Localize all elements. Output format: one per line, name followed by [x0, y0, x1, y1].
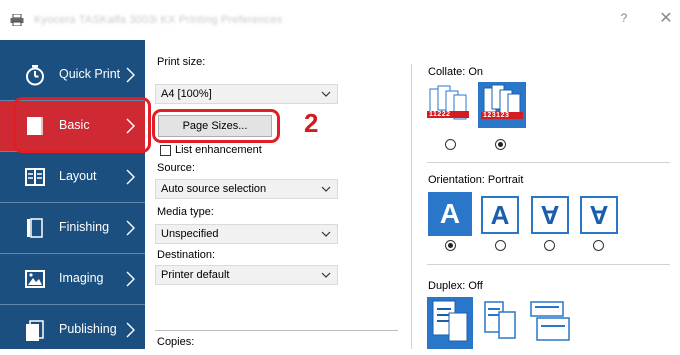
chevron-down-icon — [321, 91, 331, 97]
duplex-label: Duplex: Off — [428, 280, 483, 292]
sidebar-item-quick-print[interactable]: Quick Print — [0, 50, 145, 100]
landscape-rotated-glyph: A — [589, 200, 609, 230]
stopwatch-icon — [26, 65, 44, 86]
orientation-landscape-rotated-radio[interactable] — [593, 240, 604, 251]
sidebar-item-imaging[interactable]: Imaging — [0, 254, 145, 304]
orientation-landscape-radio[interactable] — [495, 240, 506, 251]
imaging-icon — [25, 270, 45, 288]
orientation-portrait-radio[interactable] — [445, 240, 456, 251]
sidebar-item-label: Layout — [59, 169, 97, 183]
portrait-glyph: A — [439, 198, 461, 229]
layout-icon — [25, 168, 45, 186]
duplex-long-edge-tile[interactable] — [483, 300, 519, 344]
chevron-right-icon — [126, 169, 135, 185]
basic-highlight-annotation — [13, 97, 151, 153]
sidebar-item-label: Publishing — [59, 322, 117, 336]
page-sizes-highlight-annotation — [152, 109, 280, 143]
printer-icon — [10, 14, 24, 26]
orientation-portrait-tile[interactable]: A — [428, 192, 472, 236]
list-enhancement-checkbox[interactable] — [160, 145, 171, 156]
duplex-short-edge-icon — [530, 301, 570, 341]
divider — [427, 162, 670, 163]
collate-on-icon — [481, 84, 523, 119]
source-select[interactable]: Auto source selection — [155, 179, 338, 199]
print-size-select[interactable]: A4 [100%] — [155, 84, 338, 104]
help-button[interactable]: ? — [615, 11, 633, 29]
copies-label: Copies: — [157, 336, 195, 348]
duplex-long-edge-icon — [484, 301, 516, 339]
chevron-down-icon — [321, 272, 331, 278]
media-type-select[interactable]: Unspecified — [155, 224, 338, 244]
finishing-icon — [27, 218, 43, 238]
list-enhancement-label: List enhancement — [175, 144, 262, 156]
sidebar-item-publishing[interactable]: Publishing — [0, 305, 145, 355]
sidebar-item-layout[interactable]: Layout — [0, 152, 145, 202]
destination-select[interactable]: Printer default — [155, 265, 338, 285]
orientation-landscape-rotated-tile[interactable]: A — [580, 196, 618, 234]
chevron-right-icon — [126, 271, 135, 287]
sidebar: Quick Print Basic Layout Finishing Imagi… — [0, 40, 145, 349]
chevron-right-icon — [126, 67, 135, 83]
orientation-portrait-rotated-tile[interactable]: A — [531, 196, 569, 234]
sidebar-item-label: Finishing — [59, 220, 110, 234]
orientation-portrait-rotated-radio[interactable] — [544, 240, 555, 251]
step-number-annotation: 2 — [304, 108, 319, 138]
chevron-down-icon — [321, 186, 331, 192]
orientation-landscape-tile[interactable]: A — [481, 196, 519, 234]
divider — [411, 64, 412, 349]
chevron-down-icon — [321, 231, 331, 237]
printing-preferences-window: Kyocera TASKalfa 3003i KX Printing Prefe… — [0, 0, 680, 349]
collate-off-preview[interactable]: 11222 — [427, 85, 469, 125]
duplex-off-icon — [432, 300, 468, 342]
divider — [427, 264, 670, 265]
portrait-rotated-glyph: A — [540, 200, 560, 230]
collate-on-radio[interactable] — [495, 139, 506, 150]
chevron-right-icon — [126, 220, 135, 236]
media-type-label: Media type: — [157, 206, 214, 218]
sidebar-item-label: Imaging — [59, 271, 104, 285]
collate-label: Collate: On — [428, 66, 484, 78]
source-value: Auto source selection — [161, 183, 267, 195]
duplex-off-tile[interactable] — [427, 297, 473, 349]
sidebar-item-label: Quick Print — [59, 67, 121, 81]
landscape-glyph: A — [490, 200, 510, 230]
collate-on-preview[interactable]: 123123 — [478, 82, 526, 128]
media-type-value: Unspecified — [161, 228, 219, 240]
sidebar-item-finishing[interactable]: Finishing — [0, 203, 145, 253]
title-bar: Kyocera TASKalfa 3003i KX Printing Prefe… — [0, 0, 680, 40]
collate-off-radio[interactable] — [445, 139, 456, 150]
print-size-label: Print size: — [157, 56, 206, 68]
duplex-short-edge-tile[interactable] — [529, 300, 571, 344]
orientation-label: Orientation: Portrait — [428, 174, 524, 186]
window-title: Kyocera TASKalfa 3003i KX Printing Prefe… — [34, 14, 283, 26]
destination-value: Printer default — [161, 269, 230, 281]
publishing-icon — [26, 320, 44, 341]
chevron-right-icon — [126, 322, 135, 338]
divider — [155, 330, 398, 331]
destination-label: Destination: — [157, 249, 216, 261]
source-label: Source: — [157, 162, 195, 174]
collate-off-icon — [427, 85, 469, 120]
collate-off-text: 11222 — [429, 111, 451, 118]
print-size-value: A4 [100%] — [161, 88, 212, 100]
close-button[interactable]: ✕ — [656, 9, 676, 29]
collate-on-text: 123123 — [483, 112, 510, 119]
